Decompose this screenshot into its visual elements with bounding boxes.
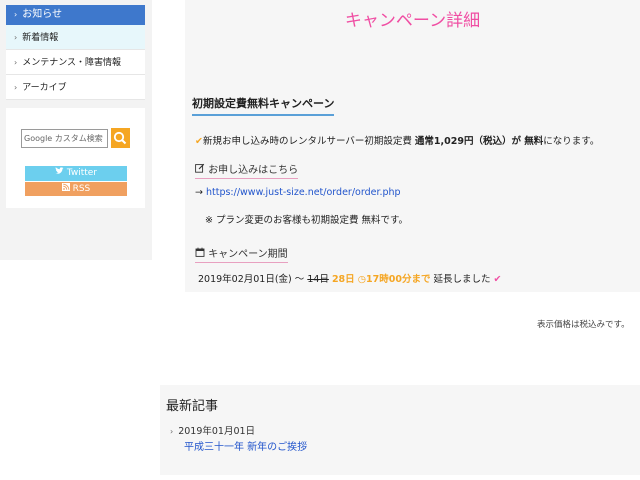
sidebar-item-maintenance[interactable]: › メンテナンス・障害情報 xyxy=(6,50,145,75)
apply-heading-label: お申し込みはこちら xyxy=(208,165,299,176)
recent-post-link[interactable]: 平成三十一年 新年のご挨拶 xyxy=(184,438,307,453)
twitter-link[interactable]: Twitter xyxy=(25,166,127,181)
plan-change-note: ※ プラン変更のお客様も初期設定費 無料です。 xyxy=(205,215,409,226)
check-icon: ✔ xyxy=(195,136,203,147)
period-suffix: 延長しました xyxy=(433,274,491,285)
period-start: 2019年02月01日(金) ～ xyxy=(198,274,308,285)
menu-header[interactable]: › お知らせ xyxy=(6,5,145,25)
apply-line: → https://www.just-size.net/order/order.… xyxy=(195,187,401,198)
main-panel: キャンペーン詳細 初期設定費無料キャンペーン ✔新規お申し込み時のレンタルサーバ… xyxy=(185,0,640,292)
edit-icon xyxy=(195,163,208,176)
rss-icon xyxy=(61,183,73,194)
sidebar-widgets: Google カスタム検索 Twitter RSS xyxy=(6,108,145,208)
chevron-right-icon: › xyxy=(14,83,18,92)
recent-post-date-label: 2019年01月01日 xyxy=(178,426,256,437)
recent-posts-title: 最新記事 xyxy=(166,399,219,414)
side-menu: › お知らせ › 新着情報 › メンテナンス・障害情報 › アーカイブ xyxy=(6,5,145,100)
twitter-label: Twitter xyxy=(66,168,98,178)
search-button[interactable] xyxy=(111,128,130,148)
sidebar-item-archive[interactable]: › アーカイブ xyxy=(6,75,145,100)
arrow-right-icon: → xyxy=(195,187,206,198)
section-heading: 初期設定費無料キャンペーン xyxy=(192,95,335,116)
sidebar-item-label: メンテナンス・障害情報 xyxy=(22,58,122,68)
rss-label: RSS xyxy=(72,184,91,194)
sidebar-item-news[interactable]: › 新着情報 xyxy=(6,25,145,50)
chevron-right-icon: › xyxy=(14,33,18,42)
period-old-end: 14日 xyxy=(307,274,329,285)
search-input[interactable]: Google カスタム検索 xyxy=(21,129,108,148)
chevron-right-icon: › xyxy=(14,58,18,67)
campaign-period: 2019年02月01日(金) ～ 14日 28日 ◷17時00分まで 延長しまし… xyxy=(198,271,502,285)
search-icon xyxy=(113,131,127,145)
twitter-icon xyxy=(55,167,67,178)
recent-post-date: › 2019年01月01日 xyxy=(170,423,255,437)
rss-link[interactable]: RSS xyxy=(25,182,127,196)
chevron-right-icon: › xyxy=(14,10,18,19)
chevron-right-icon: › xyxy=(170,427,174,436)
description-price: 通常1,029円（税込）が 無料 xyxy=(414,136,544,147)
description-prefix: 新規お申し込み時のレンタルサーバー初期設定費 xyxy=(202,136,415,147)
calendar-icon xyxy=(195,247,208,260)
tax-note: 表示価格は税込みです。 xyxy=(537,320,630,330)
sidebar-item-label: アーカイブ xyxy=(22,83,67,93)
apply-heading: お申し込みはこちら xyxy=(195,161,299,179)
apply-link[interactable]: https://www.just-size.net/order/order.ph… xyxy=(206,187,401,198)
campaign-description: ✔新規お申し込み時のレンタルサーバー初期設定費 通常1,029円（税込）が 無料… xyxy=(195,133,599,147)
sidebar: › お知らせ › 新着情報 › メンテナンス・障害情報 › アーカイブ Google カ… xyxy=(0,0,152,260)
menu-header-label: お知らせ xyxy=(22,9,63,20)
period-new-end: 28日 xyxy=(331,274,355,285)
period-heading: キャンペーン期間 xyxy=(195,245,288,263)
period-heading-label: キャンペーン期間 xyxy=(208,249,288,260)
page-title: キャンペーン詳細 xyxy=(344,11,481,31)
sidebar-item-label: 新着情報 xyxy=(22,33,59,43)
clock-icon: ◷ xyxy=(357,274,366,285)
period-time: 17時00分まで xyxy=(366,274,431,285)
description-suffix: になります。 xyxy=(543,136,600,147)
check-icon: ✔ xyxy=(493,274,502,285)
recent-posts: 最新記事 › 2019年01月01日 平成三十一年 新年のご挨拶 xyxy=(160,385,640,475)
